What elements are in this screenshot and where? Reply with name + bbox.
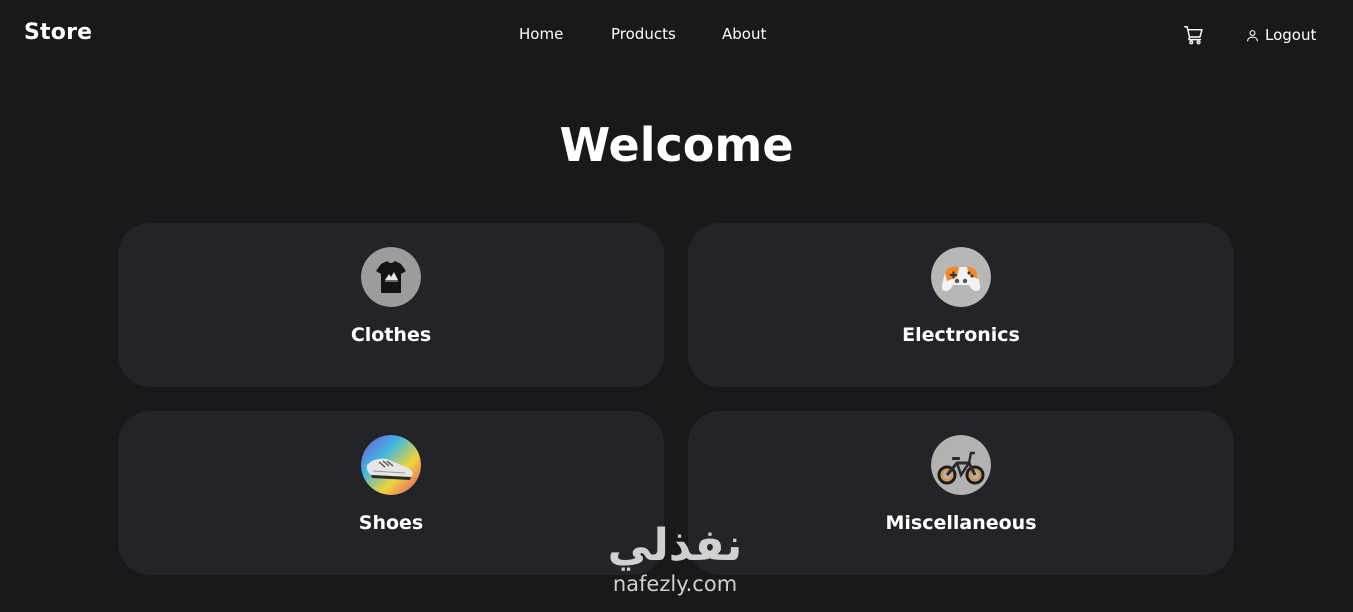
watermark-arabic: نفذلي [607,520,743,571]
nav-link-products[interactable]: Products [611,25,676,43]
nav-link-home[interactable]: Home [519,25,563,43]
logout-label: Logout [1265,26,1317,44]
cart-icon [1184,26,1203,45]
category-card-clothes[interactable]: Clothes [118,223,664,387]
page-title: Welcome [559,118,794,172]
e-bike-image [931,435,991,495]
category-label: Electronics [902,324,1020,346]
tshirt-image [361,247,421,307]
logout-button[interactable]: Logout [1246,25,1316,45]
navbar: Store Home Products About Logout [0,0,1353,70]
watermark-url: nafezly.com [612,572,738,596]
watermark: نفذلي nafezly.com [560,520,790,612]
game-controller-image [931,247,991,307]
nav-links: Home Products About [0,25,1353,45]
page: Store Home Products About Logout Welcome [0,0,1353,612]
category-card-electronics[interactable]: Electronics [688,223,1234,387]
cart-button[interactable] [1183,24,1205,46]
user-icon [1247,29,1258,41]
nav-link-about[interactable]: About [722,25,766,43]
category-label: Clothes [350,324,432,346]
sneakers-image [361,435,421,495]
